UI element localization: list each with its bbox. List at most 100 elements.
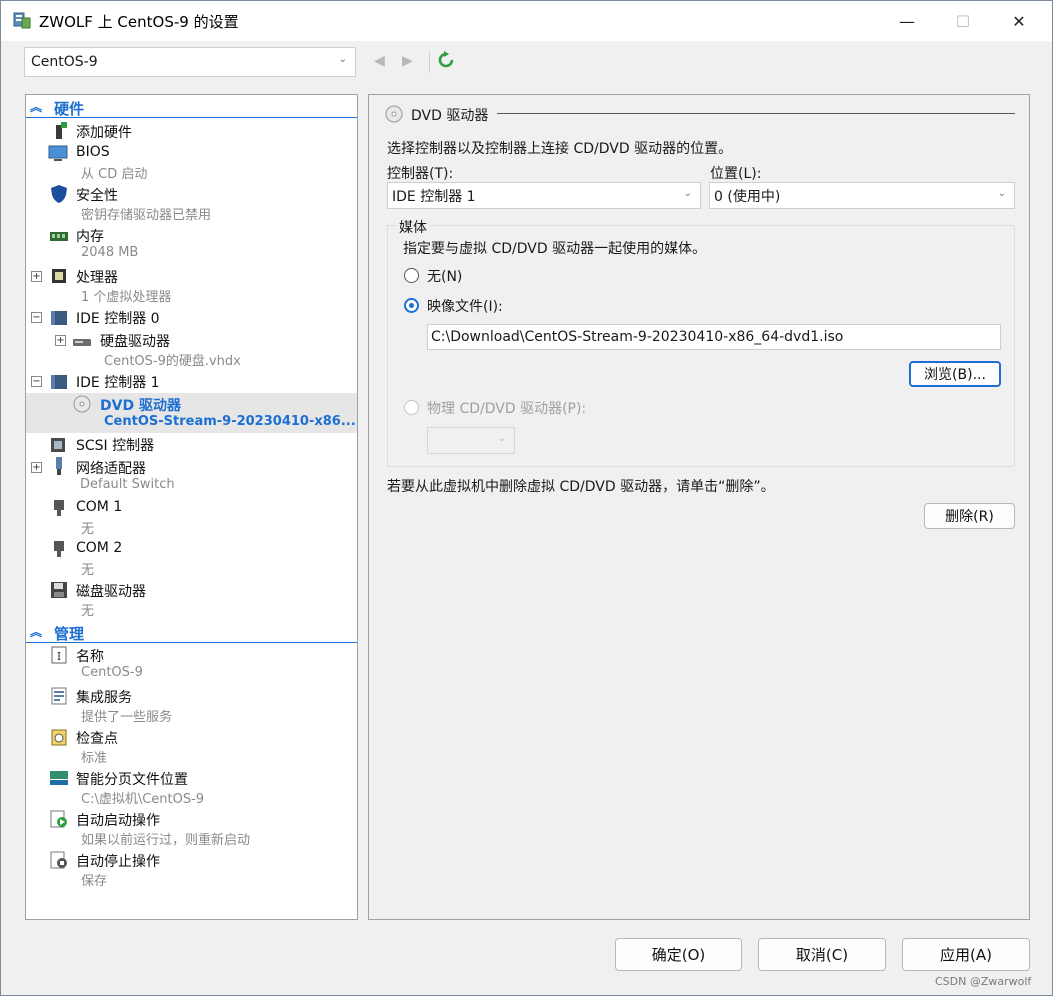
tree-item-label: 安全性 bbox=[76, 188, 118, 204]
chevron-down-icon: ⌄ bbox=[683, 188, 692, 199]
back-button[interactable]: ◀ bbox=[374, 53, 385, 69]
media-physical-drive-label[interactable]: 物理 CD/DVD 驱动器(P): bbox=[427, 398, 586, 418]
controller-select-value: IDE 控制器 1 bbox=[392, 188, 476, 205]
cancel-button[interactable]: 取消(C) bbox=[758, 938, 886, 971]
vm-select[interactable]: CentOS-9 ⌄ bbox=[24, 47, 356, 77]
tree-item-label: 硬盘驱动器 bbox=[100, 334, 170, 350]
tree-item-add-hardware[interactable]: 添加硬件 bbox=[26, 120, 357, 142]
media-none-radio[interactable] bbox=[404, 268, 419, 283]
maximize-button[interactable]: ☐ bbox=[935, 1, 991, 41]
settings-window: ZWOLF 上 CentOS-9 的设置 — ☐ ✕ CentOS-9 ⌄ ◀ … bbox=[0, 0, 1053, 996]
tree-item-label: COM 2 bbox=[76, 540, 123, 556]
tree-item-hard-drive[interactable]: + 硬盘驱动器 CentOS-9的硬盘.vhdx bbox=[26, 330, 357, 370]
tree-item-scsi-controller[interactable]: SCSI 控制器 bbox=[26, 434, 357, 456]
tree-item-label: DVD 驱动器 bbox=[100, 398, 181, 414]
refresh-icon[interactable] bbox=[437, 51, 455, 69]
tree-item-com-1[interactable]: COM 1 无 bbox=[26, 498, 357, 538]
chevron-down-icon: ⌄ bbox=[997, 188, 1006, 199]
tree-item-diskette-drive[interactable]: 磁盘驱动器 无 bbox=[26, 580, 357, 620]
tree-item-sublabel: CentOS-Stream-9-20230410-x86... bbox=[104, 414, 356, 429]
collapse-icon: ︽ bbox=[30, 625, 43, 639]
management-section-header[interactable]: ︽ 管理 bbox=[26, 621, 357, 643]
media-physical-drive-radio[interactable] bbox=[404, 400, 419, 415]
minimize-button[interactable]: — bbox=[879, 1, 935, 41]
tree-item-sublabel: 2048 MB bbox=[81, 245, 139, 260]
smart-paging-icon bbox=[50, 771, 68, 785]
ok-button[interactable]: 确定(O) bbox=[615, 938, 742, 971]
tree-item-sublabel: 密钥存储驱动器已禁用 bbox=[81, 208, 212, 223]
apply-button[interactable]: 应用(A) bbox=[902, 938, 1030, 971]
tree-item-automatic-start[interactable]: 自动启动操作 如果以前运行过，则重新启动 bbox=[26, 809, 357, 849]
location-label: 位置(L): bbox=[710, 166, 762, 182]
settings-tree: ︽ 硬件 添加硬件 BIOS 从 CD 启动 安全性 密钥存储驱动器已禁用 内存… bbox=[25, 94, 358, 920]
chevron-down-icon: ⌄ bbox=[497, 433, 506, 444]
collapse-node-icon[interactable]: − bbox=[31, 312, 42, 323]
location-select[interactable]: 0 (使用中) ⌄ bbox=[709, 182, 1015, 209]
tree-item-com-2[interactable]: COM 2 无 bbox=[26, 539, 357, 579]
tree-item-sublabel: 无 bbox=[81, 563, 95, 578]
media-group-title: 媒体 bbox=[397, 217, 429, 237]
media-none-label[interactable]: 无(N) bbox=[427, 266, 462, 286]
tree-item-integration-services[interactable]: 集成服务 提供了一些服务 bbox=[26, 686, 357, 726]
shield-icon bbox=[51, 185, 67, 203]
tree-item-automatic-stop[interactable]: 自动停止操作 保存 bbox=[26, 850, 357, 890]
tree-item-sublabel: 无 bbox=[81, 604, 95, 619]
expand-icon[interactable]: + bbox=[55, 335, 66, 346]
tree-item-bios[interactable]: BIOS 从 CD 启动 bbox=[26, 143, 357, 183]
tree-item-ide-controller-1[interactable]: − IDE 控制器 1 bbox=[26, 371, 357, 393]
tree-item-label: 磁盘驱动器 bbox=[76, 584, 146, 600]
management-header-label: 管理 bbox=[54, 625, 85, 643]
tree-item-name[interactable]: I 名称 CentOS-9 bbox=[26, 645, 357, 685]
hyperv-settings-icon bbox=[13, 12, 31, 29]
media-image-file-radio[interactable] bbox=[404, 298, 419, 313]
tree-item-sublabel: 1 个虚拟处理器 bbox=[81, 290, 172, 305]
heading-divider bbox=[497, 113, 1015, 114]
forward-button[interactable]: ▶ bbox=[402, 53, 413, 69]
close-button[interactable]: ✕ bbox=[991, 1, 1047, 41]
physical-drive-select[interactable]: ⌄ bbox=[427, 427, 515, 454]
tree-item-sublabel: 从 CD 启动 bbox=[81, 167, 148, 182]
tree-item-ide-controller-0[interactable]: − IDE 控制器 0 bbox=[26, 307, 357, 329]
tree-item-dvd-drive[interactable]: DVD 驱动器 CentOS-Stream-9-20230410-x86... bbox=[26, 393, 357, 433]
com-port-icon bbox=[54, 500, 64, 516]
browse-button[interactable]: 浏览(B)... bbox=[909, 361, 1001, 387]
scsi-controller-icon bbox=[51, 438, 65, 452]
tree-item-label: 网络适配器 bbox=[76, 461, 146, 477]
tree-item-label: 集成服务 bbox=[76, 690, 132, 706]
tree-item-security[interactable]: 安全性 密钥存储驱动器已禁用 bbox=[26, 184, 357, 224]
remove-button[interactable]: 删除(R) bbox=[924, 503, 1015, 529]
media-description: 指定要与虚拟 CD/DVD 驱动器一起使用的媒体。 bbox=[403, 241, 707, 257]
location-select-value: 0 (使用中) bbox=[714, 188, 781, 205]
collapse-node-icon[interactable]: − bbox=[31, 376, 42, 387]
tree-item-label: 自动停止操作 bbox=[76, 854, 160, 870]
memory-icon bbox=[50, 232, 68, 241]
expand-icon[interactable]: + bbox=[31, 271, 42, 282]
tree-item-sublabel: 提供了一些服务 bbox=[81, 710, 173, 725]
tree-item-label: 名称 bbox=[76, 649, 104, 665]
tree-item-sublabel: CentOS-9 bbox=[81, 665, 143, 680]
controller-select[interactable]: IDE 控制器 1 ⌄ bbox=[387, 182, 701, 209]
dvd-disc-icon bbox=[73, 395, 91, 413]
hardware-section-header[interactable]: ︽ 硬件 bbox=[26, 96, 357, 118]
image-file-path-input[interactable]: C:\Download\CentOS-Stream-9-20230410-x86… bbox=[427, 324, 1001, 350]
auto-start-icon bbox=[50, 810, 67, 828]
tree-item-sublabel: 如果以前运行过，则重新启动 bbox=[81, 833, 251, 848]
ide-controller-icon bbox=[51, 311, 67, 325]
tree-item-memory[interactable]: 内存 2048 MB bbox=[26, 225, 357, 265]
watermark: CSDN @Zwarwolf bbox=[935, 975, 1032, 988]
network-adapter-icon bbox=[56, 457, 62, 475]
tree-item-processor[interactable]: + 处理器 1 个虚拟处理器 bbox=[26, 266, 357, 306]
tree-item-checkpoints[interactable]: 检查点 标准 bbox=[26, 727, 357, 767]
collapse-icon: ︽ bbox=[30, 100, 43, 114]
media-image-file-label[interactable]: 映像文件(I): bbox=[427, 296, 503, 316]
monitor-icon bbox=[48, 145, 68, 161]
tree-item-label: COM 1 bbox=[76, 499, 123, 515]
tree-item-label: BIOS bbox=[76, 144, 110, 160]
dvd-disc-icon bbox=[385, 105, 403, 123]
tree-item-smart-paging[interactable]: 智能分页文件位置 C:\虚拟机\CentOS-9 bbox=[26, 768, 357, 808]
expand-icon[interactable]: + bbox=[31, 462, 42, 473]
com-port-icon bbox=[54, 541, 64, 557]
tree-item-network-adapter[interactable]: + 网络适配器 Default Switch bbox=[26, 457, 357, 497]
floppy-disk-icon bbox=[51, 582, 67, 598]
tree-item-label: 处理器 bbox=[76, 270, 118, 286]
